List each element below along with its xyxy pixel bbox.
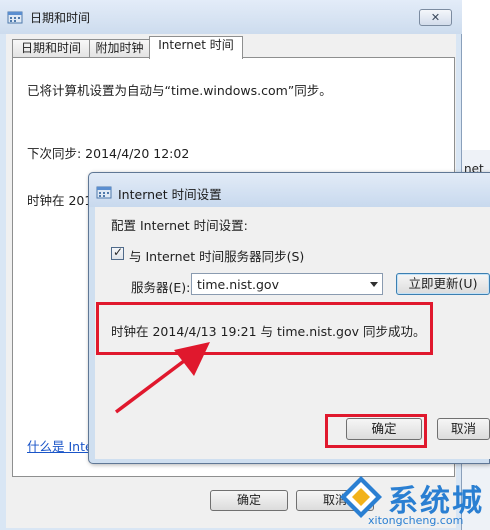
tab-additional-clocks[interactable]: 附加时钟 bbox=[89, 39, 150, 58]
clock-sync-text: 时钟在 201 bbox=[27, 193, 93, 208]
server-value: time.nist.gov bbox=[197, 277, 279, 292]
ok-highlight-box bbox=[325, 414, 427, 448]
server-select[interactable]: time.nist.gov bbox=[191, 273, 383, 295]
date-time-app-icon bbox=[96, 186, 112, 199]
red-arrow-icon bbox=[114, 342, 210, 414]
title-bar[interactable]: 日期和时间 ✕ bbox=[0, 0, 462, 34]
watermark-subtext: xitongcheng.com bbox=[368, 514, 464, 527]
checkmark-icon: ✓ bbox=[113, 245, 124, 259]
watermark: 系统城 xitongcheng.com bbox=[338, 470, 490, 530]
dialog-title-bar[interactable]: Internet 时间设置 bbox=[89, 173, 490, 207]
dialog-title: Internet 时间设置 bbox=[118, 187, 222, 202]
sync-setting-text: 已将计算机设置为自动与“time.windows.com”同步。 bbox=[27, 83, 332, 98]
next-sync-text: 下次同步: 2014/4/20 12:02 bbox=[27, 146, 190, 161]
tab-date-time[interactable]: 日期和时间 bbox=[12, 39, 90, 58]
date-time-app-icon bbox=[7, 11, 23, 24]
server-label: 服务器(E): bbox=[131, 280, 191, 295]
dialog-cancel-button[interactable]: 取消 bbox=[437, 418, 490, 440]
update-now-button[interactable]: 立即更新(U) bbox=[396, 273, 490, 295]
sync-checkbox[interactable]: ✓ bbox=[111, 245, 124, 260]
sync-checkbox-label[interactable]: 与 Internet 时间服务器同步(S) bbox=[129, 246, 304, 265]
config-label: 配置 Internet 时间设置: bbox=[111, 218, 248, 233]
chevron-down-icon[interactable] bbox=[370, 282, 378, 287]
tab-internet-time[interactable]: Internet 时间 bbox=[149, 36, 243, 59]
help-link[interactable]: 什么是 Inte bbox=[27, 436, 93, 455]
window-title: 日期和时间 bbox=[30, 11, 91, 25]
close-button[interactable]: ✕ bbox=[419, 9, 452, 26]
ok-button[interactable]: 确定 bbox=[210, 490, 288, 511]
